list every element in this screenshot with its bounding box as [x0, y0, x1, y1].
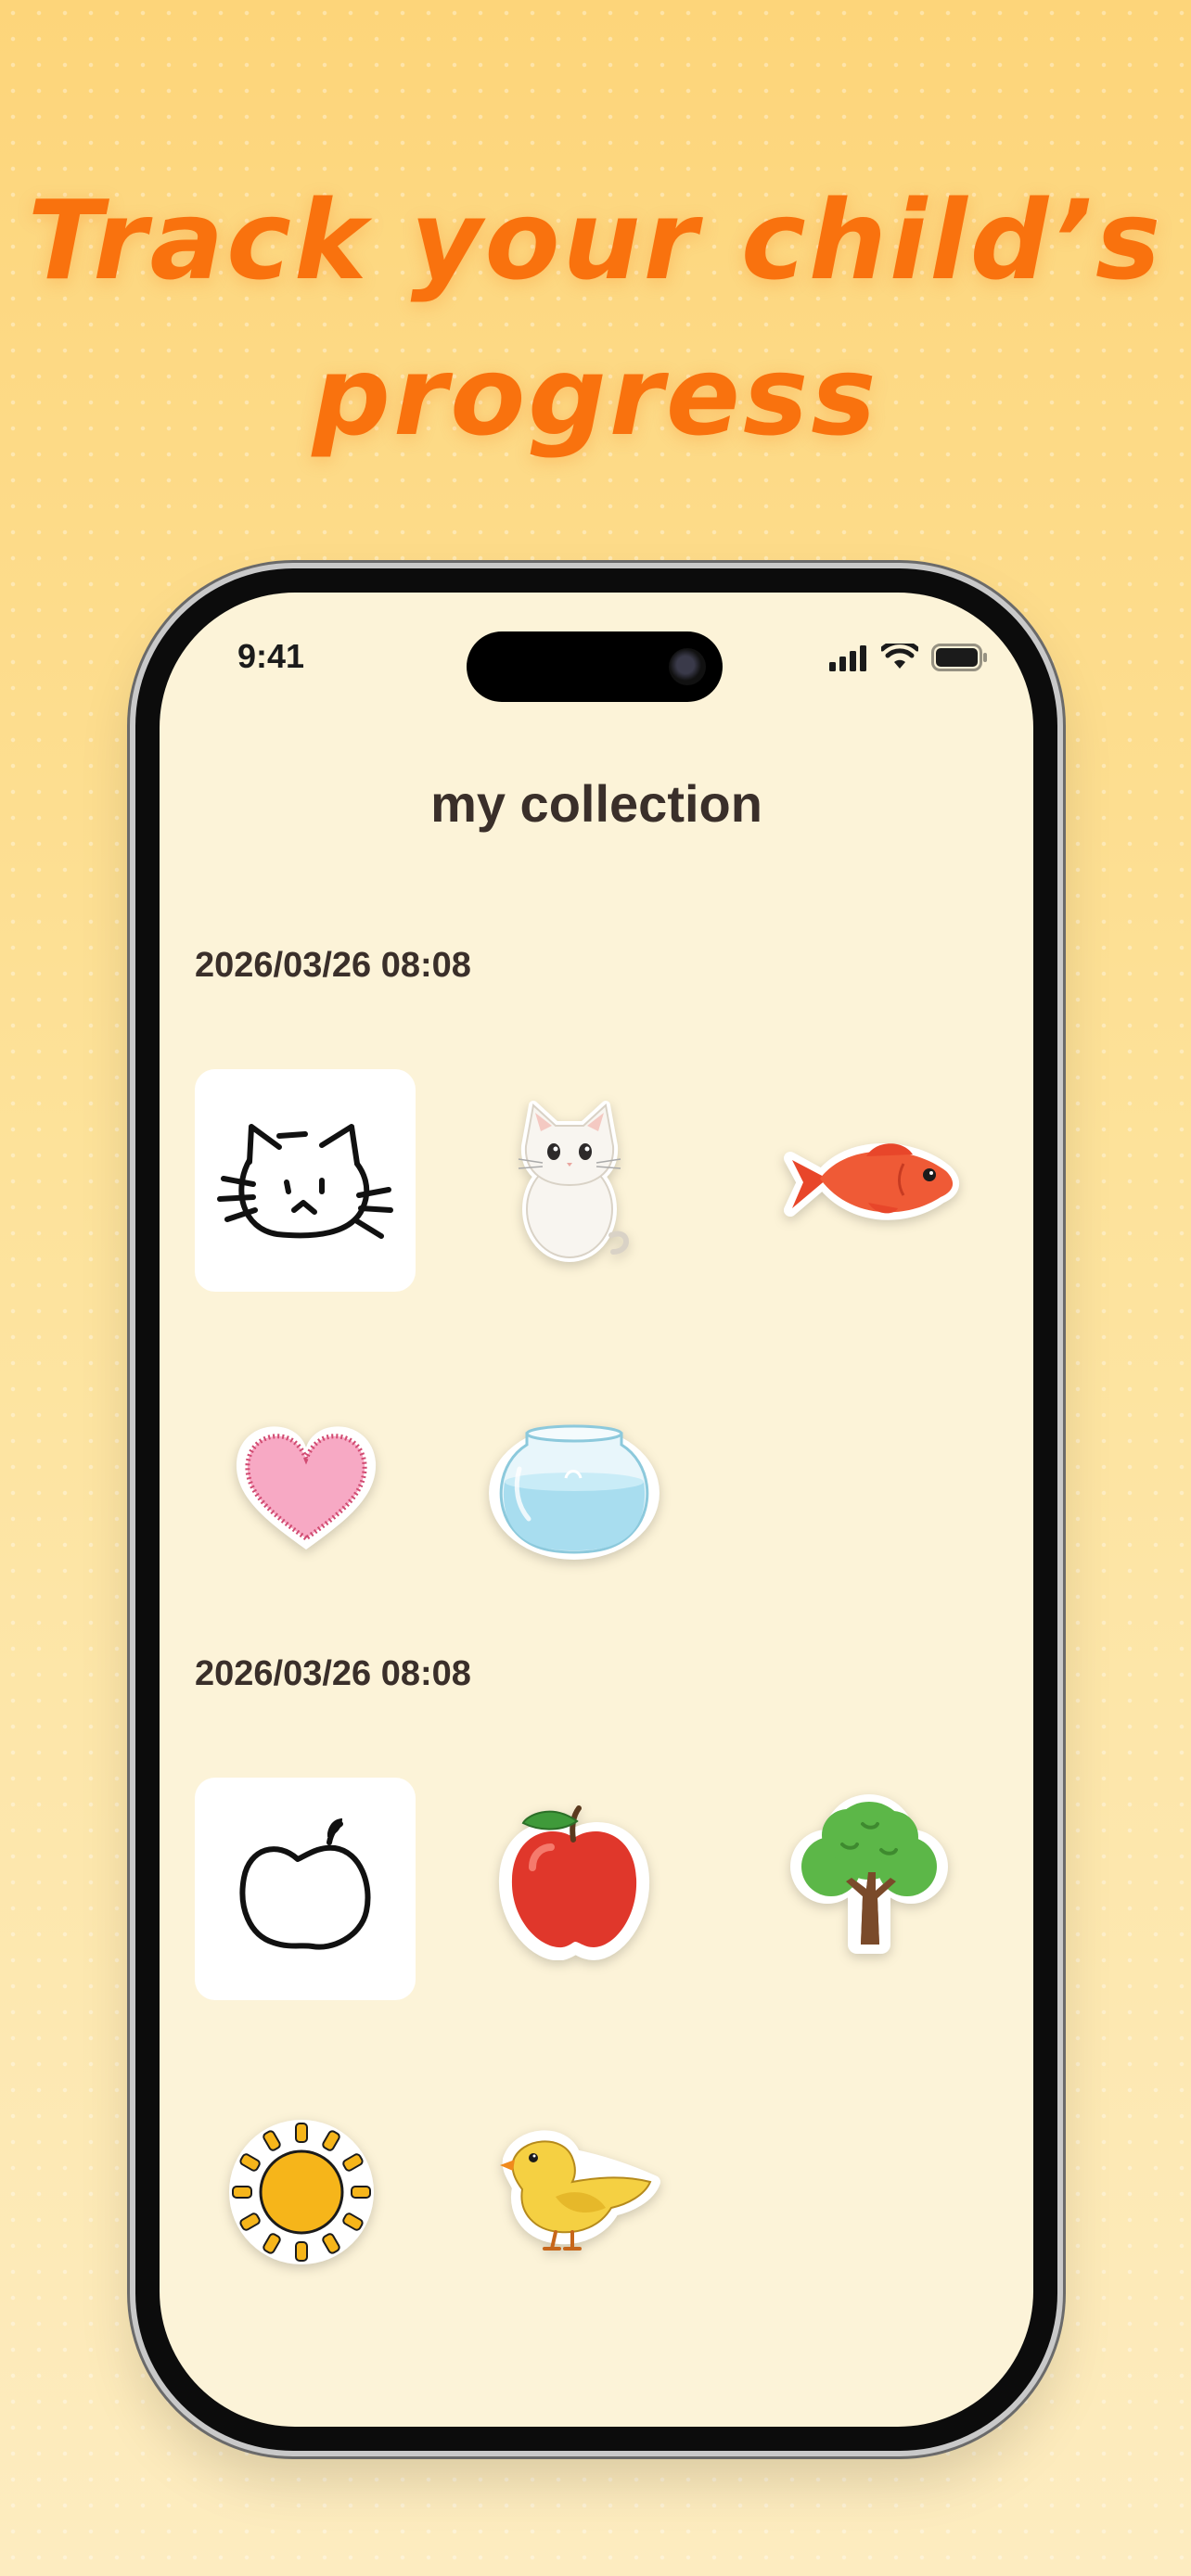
headline: Track your child’s progress — [0, 162, 1191, 474]
power-button — [1057, 1205, 1065, 1419]
drawing-tile[interactable] — [195, 1069, 416, 1292]
status-time: 9:41 — [237, 637, 305, 675]
tree-sticker[interactable] — [781, 1779, 957, 1965]
cat-drawing-icon — [217, 1124, 393, 1239]
fish-sticker[interactable] — [781, 1112, 967, 1251]
bird-icon — [500, 2130, 660, 2251]
volume-down-button — [128, 1285, 135, 1434]
battery-icon — [931, 644, 987, 671]
fish-icon — [784, 1143, 960, 1220]
phone-screen: 9:41 my collection 2026/03/26 08:08 2026… — [160, 593, 1033, 2427]
heart-sticker[interactable] — [223, 1409, 390, 1566]
volume-up-button — [128, 1085, 135, 1233]
sun-icon — [229, 2120, 374, 2264]
tree-icon — [790, 1794, 948, 1954]
signal-icon — [829, 645, 866, 671]
camera-icon — [669, 648, 706, 685]
action-button — [128, 944, 135, 1014]
fishbowl-icon — [489, 1424, 660, 1560]
apple-icon — [498, 1805, 650, 1960]
dynamic-island — [467, 631, 723, 702]
group-date: 2026/03/26 08:08 — [195, 946, 471, 985]
drawing-tile[interactable] — [195, 1778, 416, 2000]
headline-line-1: Track your child’s — [27, 176, 1164, 304]
wifi-icon — [881, 644, 918, 669]
page-title: my collection — [430, 774, 762, 833]
bird-sticker[interactable] — [486, 2118, 672, 2266]
status-icons — [827, 639, 989, 676]
group-date: 2026/03/26 08:08 — [195, 1654, 471, 1693]
heart-icon — [236, 1426, 377, 1549]
apple-sticker[interactable] — [495, 1789, 653, 1965]
headline-line-2: progress — [312, 332, 879, 460]
sun-sticker[interactable] — [223, 2113, 380, 2271]
cat-icon — [518, 1101, 629, 1262]
fishbowl-sticker[interactable] — [486, 1399, 662, 1575]
apple-drawing-icon — [239, 1818, 371, 1950]
phone-frame: 9:41 my collection 2026/03/26 08:08 2026… — [135, 568, 1057, 2451]
cat-sticker[interactable] — [495, 1084, 644, 1269]
